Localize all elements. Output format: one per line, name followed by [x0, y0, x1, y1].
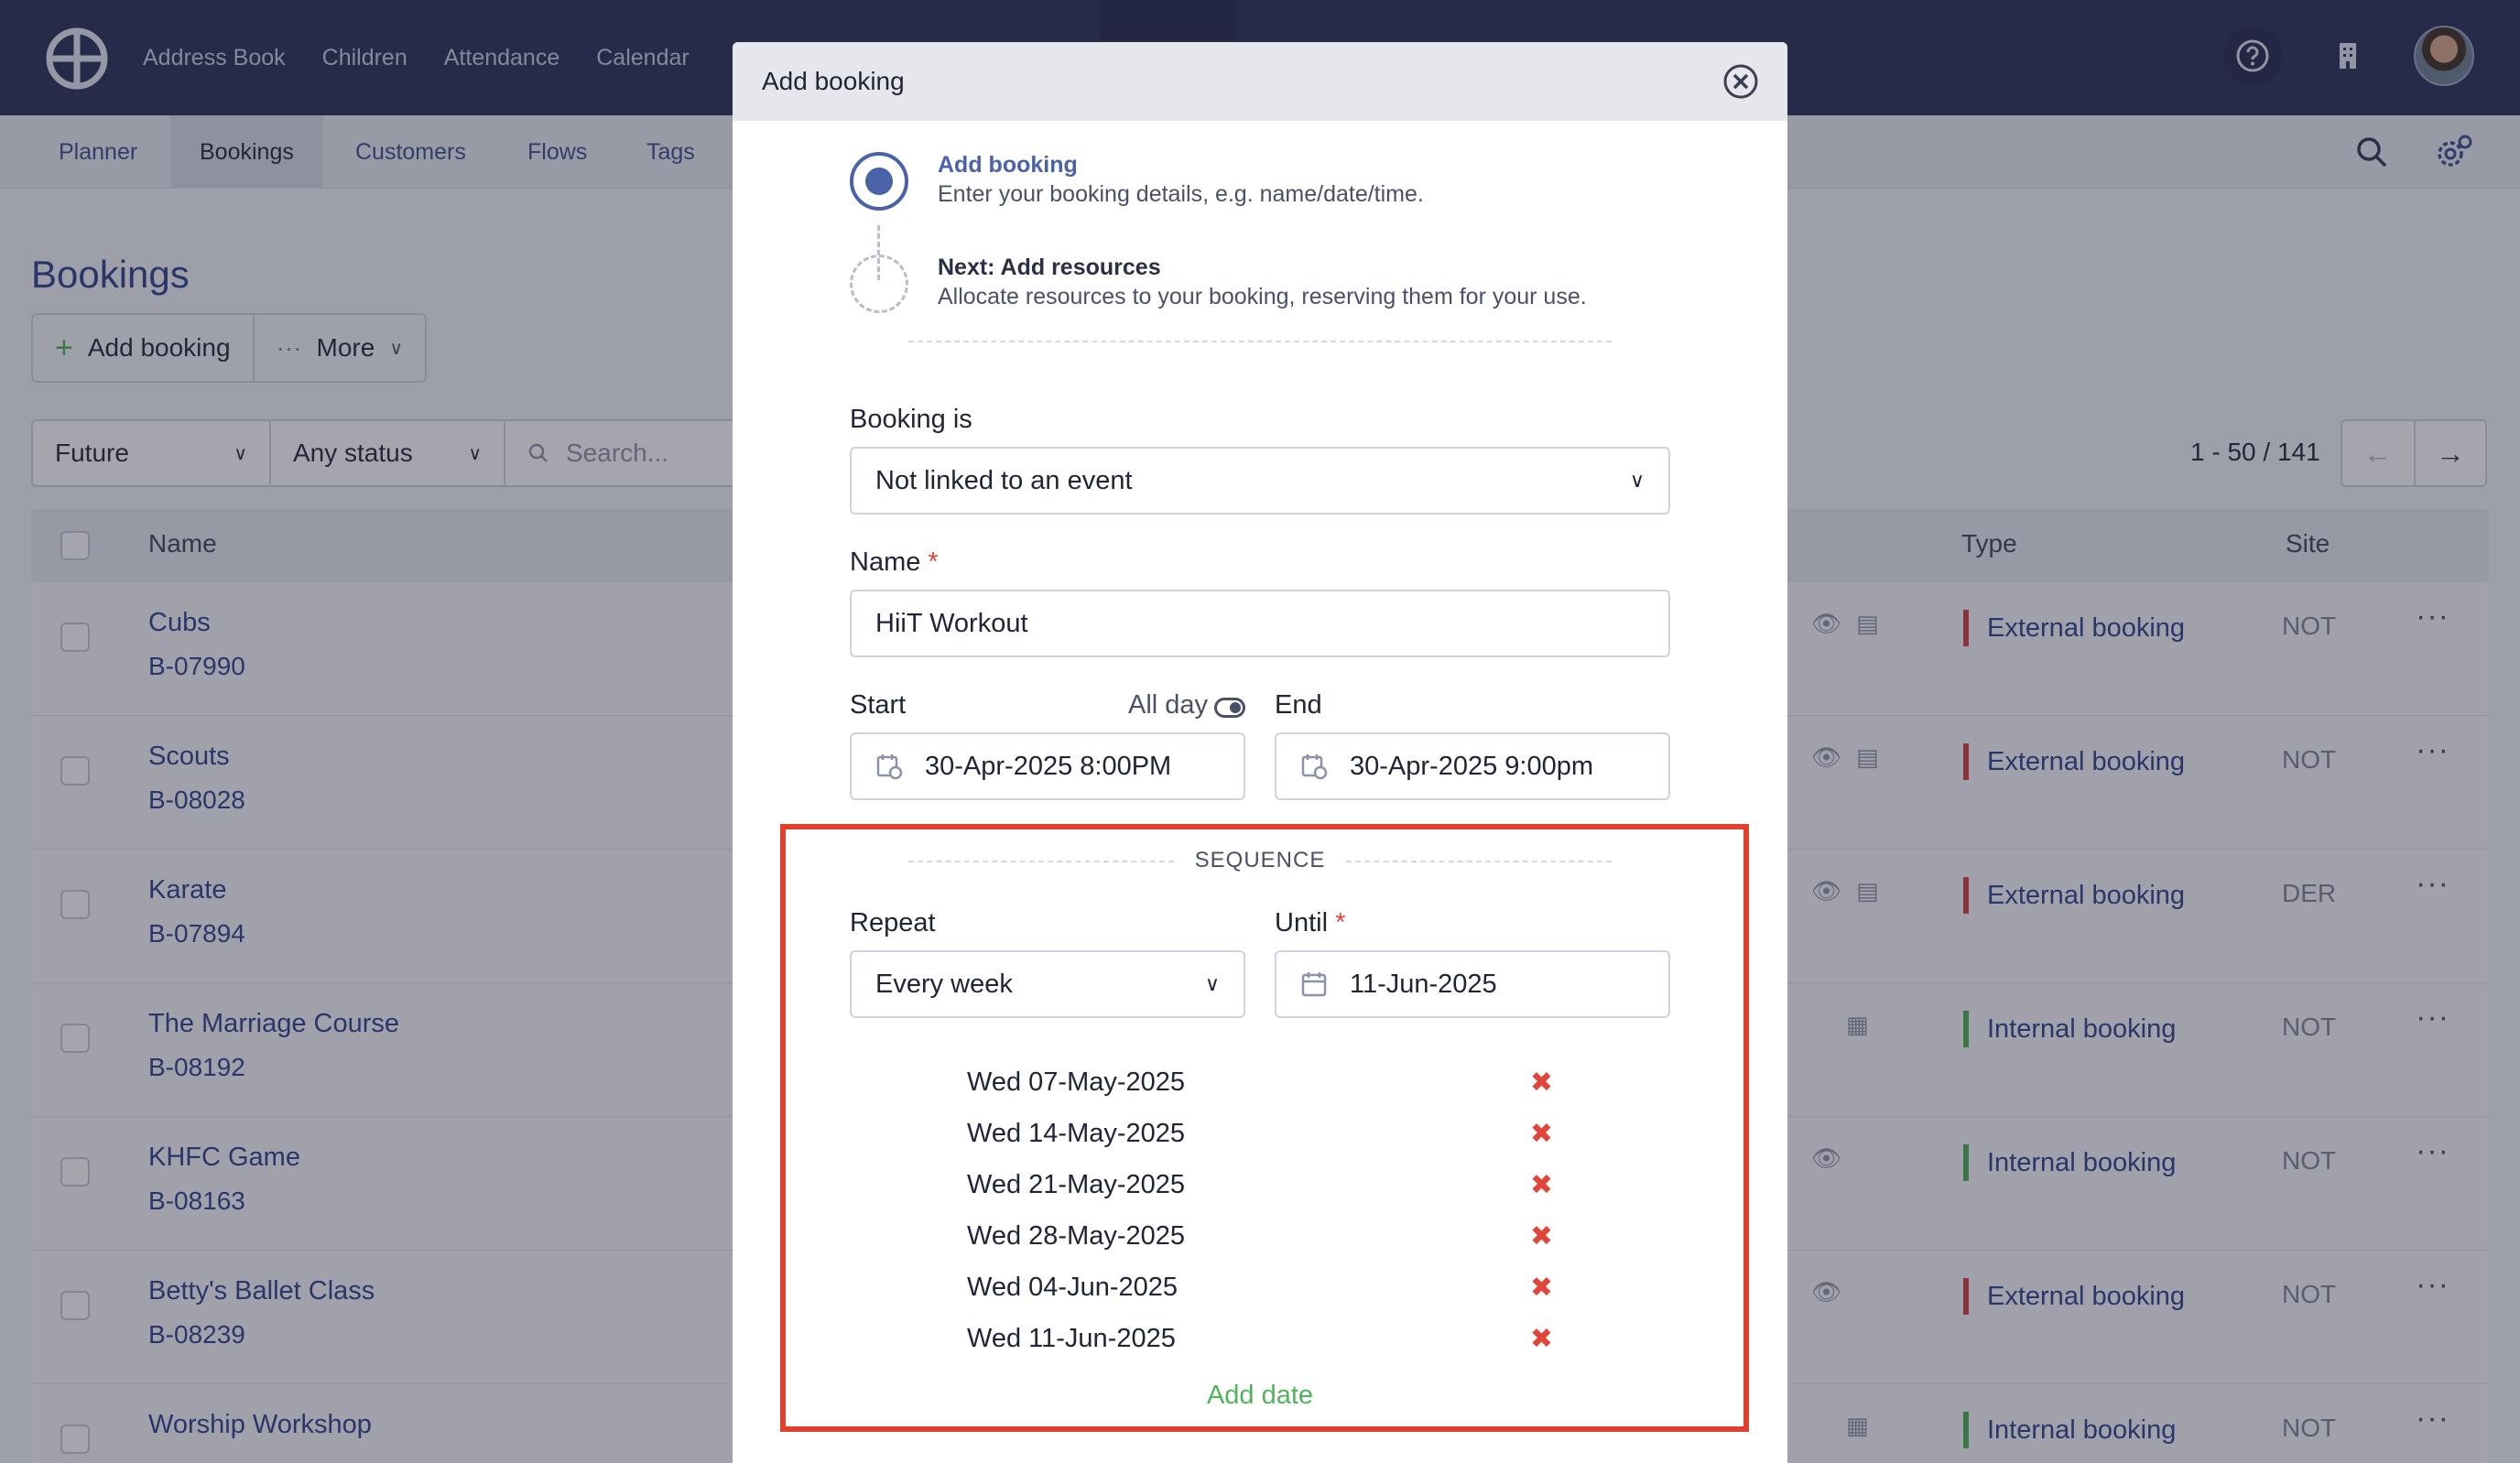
until-label: Until * — [1275, 908, 1345, 938]
step-active-indicator — [850, 152, 908, 211]
sequence-date-row: Wed 07-May-2025 ✖ — [967, 1057, 1553, 1108]
sequence-date-row: Wed 14-May-2025 ✖ — [967, 1108, 1553, 1159]
start-datetime-input[interactable]: 30-Apr-2025 8:00PM — [850, 732, 1245, 800]
repeat-select[interactable]: Every week ∨ — [850, 950, 1245, 1018]
repeat-value: Every week — [875, 969, 1013, 999]
step-1-description: Enter your booking details, e.g. name/da… — [938, 181, 1424, 207]
step-pending-indicator — [850, 255, 908, 313]
name-input[interactable]: HiiT Workout — [850, 590, 1670, 657]
sequence-date-row: Wed 28-May-2025 ✖ — [967, 1210, 1553, 1262]
required-marker: * — [928, 547, 939, 577]
required-marker: * — [1335, 908, 1346, 937]
end-datetime-value: 30-Apr-2025 9:00pm — [1350, 751, 1593, 781]
name-label-text: Name — [850, 547, 921, 577]
modal-header: Add booking — [733, 42, 1787, 121]
booking-is-select[interactable]: Not linked to an event ∨ — [850, 447, 1670, 515]
all-day-label: All day — [1128, 690, 1209, 720]
stepper-divider — [908, 341, 1612, 342]
booking-is-label: Booking is — [850, 405, 972, 434]
until-date-value: 11-Jun-2025 — [1350, 969, 1497, 999]
sequence-date: Wed 21-May-2025 — [967, 1169, 1186, 1199]
sequence-date: Wed 14-May-2025 — [967, 1118, 1186, 1148]
remove-date-icon[interactable]: ✖ — [1530, 1323, 1553, 1355]
add-date-link[interactable]: Add date — [733, 1381, 1787, 1411]
remove-date-icon[interactable]: ✖ — [1530, 1118, 1553, 1150]
all-day-toggle[interactable] — [1214, 698, 1245, 718]
end-label: End — [1275, 690, 1322, 720]
chevron-down-icon: ∨ — [1629, 469, 1645, 492]
end-datetime-input[interactable]: 30-Apr-2025 9:00pm — [1275, 732, 1670, 800]
remove-date-icon[interactable]: ✖ — [1530, 1169, 1553, 1201]
calendar-icon — [1301, 972, 1327, 997]
sequence-heading: SEQUENCE — [1194, 848, 1326, 872]
chevron-down-icon: ∨ — [1204, 972, 1220, 995]
until-label-text: Until — [1275, 908, 1329, 937]
repeat-label: Repeat — [850, 908, 936, 937]
start-datetime-value: 30-Apr-2025 8:00PM — [925, 751, 1172, 781]
remove-date-icon[interactable]: ✖ — [1530, 1067, 1553, 1099]
step-1-title: Add booking — [938, 152, 1078, 178]
modal-title: Add booking — [762, 67, 905, 95]
sequence-date: Wed 11-Jun-2025 — [967, 1323, 1176, 1353]
name-value: HiiT Workout — [875, 608, 1028, 638]
calendar-clock-icon — [1301, 754, 1328, 780]
step-2-description: Allocate resources to your booking, rese… — [938, 284, 1587, 309]
start-label: Start — [850, 690, 907, 720]
calendar-clock-icon — [876, 754, 903, 780]
sequence-date: Wed 28-May-2025 — [967, 1220, 1186, 1251]
add-booking-modal: Add booking Add booking Enter your booki… — [733, 42, 1787, 1463]
remove-date-icon[interactable]: ✖ — [1530, 1272, 1553, 1304]
remove-date-icon[interactable]: ✖ — [1530, 1220, 1553, 1252]
step-2-title: Next: Add resources — [938, 255, 1161, 280]
name-label: Name * — [850, 547, 939, 578]
sequence-date-row: Wed 21-May-2025 ✖ — [967, 1159, 1553, 1210]
sequence-date: Wed 07-May-2025 — [967, 1067, 1186, 1097]
close-icon[interactable] — [1722, 62, 1760, 101]
sequence-date-row: Wed 11-Jun-2025 ✖ — [967, 1313, 1553, 1364]
sequence-date: Wed 04-Jun-2025 — [967, 1272, 1179, 1302]
booking-is-value: Not linked to an event — [875, 465, 1133, 495]
until-date-input[interactable]: 11-Jun-2025 — [1275, 950, 1670, 1018]
sequence-date-row: Wed 04-Jun-2025 ✖ — [967, 1262, 1553, 1313]
